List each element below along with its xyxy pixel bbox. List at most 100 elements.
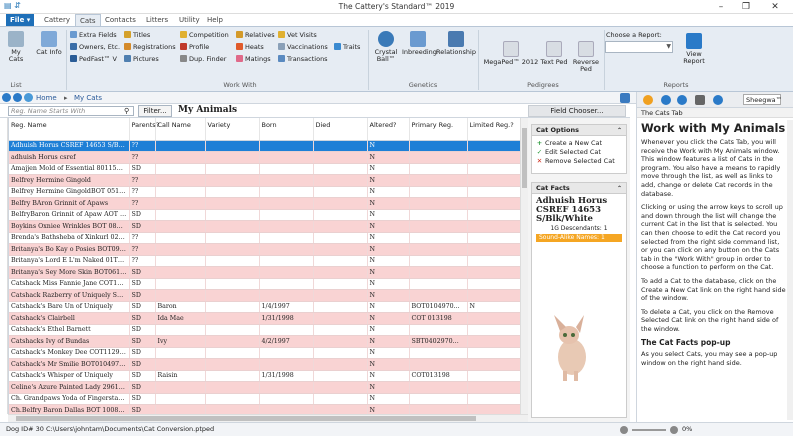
pictures-button[interactable]: Pictures — [124, 55, 159, 63]
horizontal-scrollbar[interactable] — [8, 414, 528, 422]
tab-file[interactable]: File ▾ — [6, 14, 35, 26]
table-row[interactable]: Catshack's Bare Un of Uniquely SD Baron 1/4… — [9, 301, 520, 313]
table-row[interactable]: BelfryBaron Grinnit of Apaw AOT 08o69...… — [9, 209, 520, 221]
cat-facts-header[interactable]: Cat Facts ⌃ — [532, 183, 626, 194]
table-row[interactable]: Britanya's Lord E L'm Naked 01T08091...?… — [9, 255, 520, 267]
table-row[interactable]: Ch.Belfry Baron Dallas BOT 100894 0193..… — [9, 404, 520, 414]
scroll-thumb[interactable] — [16, 416, 476, 421]
tab-cattery[interactable]: Cattery — [40, 14, 74, 26]
text-ped-button[interactable]: Text Ped — [540, 41, 568, 66]
back-icon[interactable] — [2, 93, 11, 102]
dup-finder-button[interactable]: Dup. Finder — [180, 55, 226, 63]
tab-help[interactable]: Help — [203, 14, 227, 26]
minimize-button[interactable]: – — [710, 0, 732, 14]
column-header[interactable]: Variety — [205, 118, 260, 141]
table-row[interactable]: Belfrey Hermine Gingold?? N — [9, 174, 520, 187]
table-row[interactable]: Catshack's Clairbell SD Ida Mae 1/31/1998 N C… — [9, 312, 520, 325]
table-row[interactable]: Britanya's Sey More Skin BOT06119102B...… — [9, 266, 520, 279]
scroll-thumb[interactable] — [522, 128, 527, 188]
collapse-icon[interactable]: ⌃ — [617, 183, 622, 194]
table-row[interactable]: Amajjen Mold of Essential 8011500-596-1.… — [9, 163, 520, 175]
remove-selected-cat-link[interactable]: ✕ Remove Selected Cat — [532, 157, 626, 166]
reverse-ped-button[interactable]: Reverse Ped — [568, 41, 604, 73]
refresh-icon[interactable] — [713, 95, 723, 105]
column-header[interactable]: Parents? — [129, 118, 159, 141]
table-row[interactable]: Catshacks Ivy of Bundas SD Ivy 4/2/1997 N SBT… — [9, 335, 520, 348]
table-row[interactable]: Ch. Grandpaws Yoda of Fingerstail A3T 0.… — [9, 393, 520, 405]
print-icon[interactable] — [695, 95, 705, 105]
collapse-icon[interactable]: ⌃ — [617, 125, 622, 136]
vet-visits-button[interactable]: Vet Visits — [278, 31, 317, 39]
cat-info-button[interactable]: Cat Info — [34, 31, 64, 56]
table-row[interactable]: Catshack Miss Fannie Jane COT100492001SD… — [9, 278, 520, 290]
help-tab[interactable]: The Cats Tab — [637, 108, 793, 118]
edit-selected-cat-link[interactable]: ✓ Edit Selected Cat — [532, 148, 626, 157]
home-icon[interactable] — [643, 95, 653, 105]
zoom-in-icon[interactable] — [670, 426, 678, 434]
cat-options-header[interactable]: Cat Options ⌃ — [532, 125, 626, 136]
zoom-out-icon[interactable] — [620, 426, 628, 434]
megaped-button[interactable]: MegaPed™ 2012 — [482, 41, 540, 66]
report-select[interactable]: ▼ — [605, 41, 673, 53]
column-header[interactable]: Born — [259, 118, 314, 141]
vertical-scrollbar[interactable] — [520, 118, 528, 414]
home-icon[interactable] — [24, 93, 33, 102]
tab-utility[interactable]: Utility — [175, 14, 204, 26]
pedfast-button[interactable]: PedFast™ V — [70, 55, 117, 63]
close-button[interactable]: ✕ — [764, 0, 786, 14]
tab-litters[interactable]: Litters — [142, 14, 172, 26]
maximize-button[interactable]: ❐ — [735, 0, 757, 14]
table-row[interactable]: Catshack Razberry of Uniquely SBT0521...… — [9, 289, 520, 302]
traits-button[interactable]: Traits — [334, 43, 360, 51]
relatives-button[interactable]: Relatives — [236, 31, 275, 39]
soundalike-names[interactable]: Sound-Alike Names: 1 — [536, 234, 622, 242]
table-row[interactable]: Catshack's Mr Smilie BOT010497012 Ch...S… — [9, 358, 520, 371]
transactions-button[interactable]: Transactions — [278, 55, 328, 63]
competition-button[interactable]: Competition — [180, 31, 229, 39]
registrations-button[interactable]: Registrations — [124, 43, 176, 51]
crystal-ball-button[interactable]: Crystal Ball™ — [370, 31, 402, 63]
breadcrumb-current[interactable]: My Cats — [74, 94, 102, 102]
table-row[interactable]: Boykins Oxniee Wrinkles BOT 08409g 9pb..… — [9, 220, 520, 233]
table-row[interactable]: Belfrey Hermine GingoldBOT 051691 S/r...… — [9, 186, 520, 198]
heats-button[interactable]: Heats — [236, 43, 264, 51]
extra-fields-button[interactable]: Extra Fields — [70, 31, 117, 39]
table-row[interactable]: Britanya's Bo Kay o Posies BOT09108500..… — [9, 243, 520, 256]
my-cats-button[interactable]: My Cats — [6, 31, 26, 63]
tab-contacts[interactable]: Contacts — [101, 14, 140, 26]
profile-button[interactable]: Profile — [180, 43, 209, 51]
column-header[interactable]: Reg. Name — [9, 118, 130, 141]
vaccinations-button[interactable]: Vaccinations — [278, 43, 328, 51]
search-input[interactable]: Reg. Name Starts With — [8, 106, 134, 116]
view-report-button[interactable]: View Report — [676, 33, 712, 65]
search-icon[interactable]: ⚲ — [124, 107, 129, 115]
table-row[interactable]: Celine's Azure Painted Lady 2961-34970..… — [9, 381, 520, 394]
help-scrollbar[interactable] — [787, 120, 793, 420]
column-header[interactable]: Altered? — [367, 118, 410, 141]
help-topic-select[interactable]: Sheegwa™ — [743, 94, 782, 105]
column-header[interactable]: Call Name — [155, 118, 206, 141]
table-row[interactable]: adhuish Horus csref?? N — [9, 151, 520, 164]
forward-icon[interactable] — [13, 93, 22, 102]
create-new-cat-link[interactable]: + Create a New Cat — [532, 139, 626, 148]
titles-button[interactable]: Titles — [124, 31, 150, 39]
table-row[interactable]: Catshack's Monkey Dee COT112994007 SD N — [9, 347, 520, 359]
column-header[interactable]: Limited Reg.? — [467, 118, 520, 141]
breadcrumb-home[interactable]: Home — [36, 94, 57, 102]
table-row[interactable]: Catshack's Whisper of Uniquely SD Raisin 1/… — [9, 370, 520, 382]
help-toggle-icon[interactable] — [620, 93, 630, 103]
table-row[interactable]: Catshack's Ethel Barnett SD N — [9, 324, 520, 336]
column-header[interactable]: Died — [313, 118, 368, 141]
back-icon[interactable] — [661, 95, 671, 105]
zoom-slider[interactable] — [632, 429, 666, 431]
table-row[interactable]: Belfry BAron Grinnit of Apaws?? N — [9, 197, 520, 210]
owners-button[interactable]: Owners, Etc. — [70, 43, 120, 51]
column-header[interactable]: Primary Reg. — [409, 118, 468, 141]
relationship-button[interactable]: Relationship — [436, 31, 476, 56]
table-row[interactable]: Brenda's Bathsheba of Xinkurl 02T04258..… — [9, 232, 520, 244]
inbreeding-button[interactable]: Inbreeding — [402, 31, 437, 56]
field-chooser-button[interactable]: Field Chooser... — [528, 105, 626, 117]
forward-icon[interactable] — [677, 95, 687, 105]
tab-cats[interactable]: Cats — [75, 14, 101, 26]
matings-button[interactable]: Matings — [236, 55, 271, 63]
